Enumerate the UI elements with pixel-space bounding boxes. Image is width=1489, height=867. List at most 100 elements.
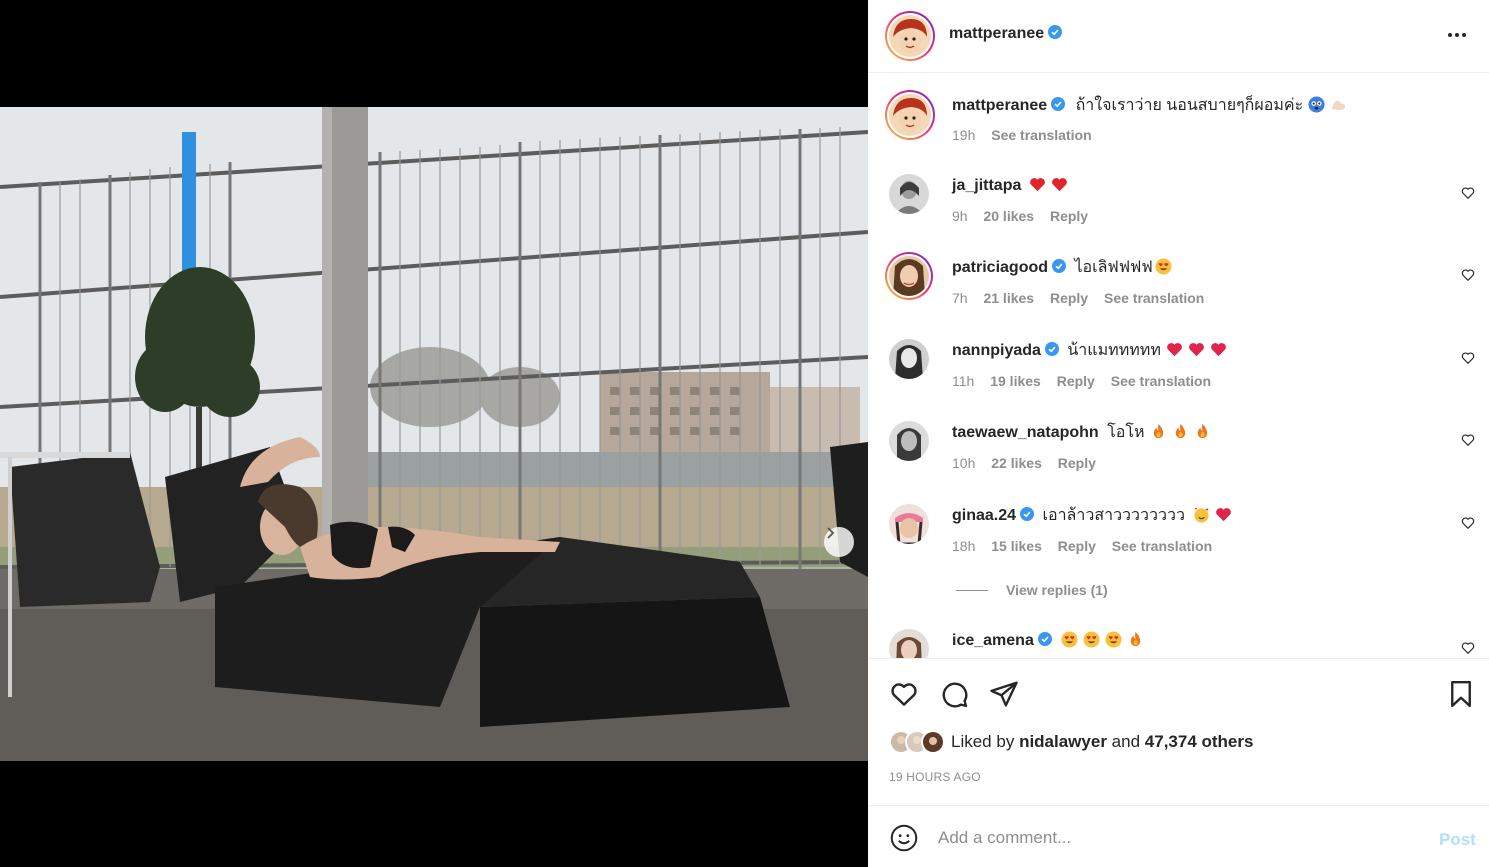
liked-by-row: Liked by nidalawyer and 47,374 others <box>889 730 1253 754</box>
user-avatar-icon <box>889 174 929 214</box>
comment-likes[interactable]: 21 likes <box>983 290 1034 306</box>
liker-avatar[interactable] <box>921 730 945 754</box>
comment-text: ไอเลิฟฟฟฟ <box>1074 259 1153 276</box>
post-timestamp[interactable]: 19 HOURS AGO <box>889 770 981 784</box>
fire-emoji-icon <box>1175 423 1185 439</box>
comment-time: 11h <box>952 373 975 389</box>
like-comment-heart-icon[interactable] <box>1461 268 1475 282</box>
comment-time: 18h <box>952 538 976 554</box>
post-header: mattperanee <box>868 0 1489 73</box>
post-comment-button[interactable]: Post <box>1439 830 1476 850</box>
post-media-pane <box>0 0 868 867</box>
comment-text: เอาล้าวสาวววววววว <box>1042 507 1185 524</box>
reply-button[interactable]: Reply <box>1050 208 1088 224</box>
comment-username[interactable]: ice_amena <box>952 632 1034 649</box>
reply-button[interactable]: Reply <box>1058 455 1096 471</box>
dot-icon <box>1455 33 1459 37</box>
like-comment-heart-icon[interactable] <box>1461 516 1475 530</box>
user-avatar-icon <box>923 732 943 752</box>
red-heart-emoji-icon <box>1030 178 1046 192</box>
commenter-avatar[interactable] <box>889 339 929 379</box>
reply-button[interactable]: Reply <box>1057 373 1095 389</box>
user-avatar-icon <box>889 504 929 544</box>
comment-username[interactable]: ja_jittapa <box>952 177 1021 194</box>
liker-username-link[interactable]: nidalawyer <box>1019 732 1107 751</box>
heart-eyes-emoji-icon <box>1083 631 1100 648</box>
caption-username[interactable]: mattperanee <box>952 97 1047 114</box>
share-paper-plane-icon[interactable] <box>989 679 1019 709</box>
photo-illustration <box>0 107 868 761</box>
commenter-avatar[interactable] <box>889 504 929 544</box>
red-heart-emoji-icon <box>1211 343 1226 357</box>
comment-likes[interactable]: 19 likes <box>990 373 1041 389</box>
user-avatar-icon <box>889 629 929 658</box>
liked-by-text: Liked by nidalawyer and 47,374 others <box>951 732 1253 752</box>
commenter-avatar[interactable] <box>889 629 929 658</box>
see-translation-link[interactable]: See translation <box>1104 290 1204 306</box>
comment-username[interactable]: taewaew_natapohn <box>952 424 1099 441</box>
cartoon-avatar-icon <box>889 15 931 57</box>
likes-count-link[interactable]: 47,374 others <box>1145 732 1254 751</box>
worried-face-emoji-icon <box>1308 96 1325 113</box>
verified-badge-icon <box>1051 97 1066 111</box>
red-heart-emoji-icon <box>1216 508 1231 522</box>
comment-likes[interactable]: 22 likes <box>991 455 1042 471</box>
comment-input[interactable] <box>938 826 1408 850</box>
comments-list[interactable]: mattperanee ถ้าใจเราว่าย นอนสบายๆก็ผอมค่… <box>868 74 1489 658</box>
like-comment-heart-icon[interactable] <box>1461 351 1475 365</box>
verified-badge-icon <box>1044 342 1059 356</box>
verified-badge-icon <box>1048 25 1063 39</box>
heart-eyes-emoji-icon <box>1061 631 1078 648</box>
fire-emoji-icon <box>1153 423 1163 439</box>
commenter-avatar[interactable] <box>885 252 933 300</box>
comment-text: โอโห <box>1107 424 1145 441</box>
bookmark-save-icon[interactable] <box>1446 679 1476 709</box>
comment-likes[interactable]: 15 likes <box>991 538 1042 554</box>
like-comment-heart-icon[interactable] <box>1461 641 1475 655</box>
post-photo[interactable] <box>0 107 868 761</box>
replies-divider <box>956 589 988 591</box>
comment-bubble-icon[interactable] <box>939 679 969 709</box>
see-translation-link[interactable]: See translation <box>1112 538 1212 554</box>
emoji-smiley-icon[interactable] <box>890 824 918 852</box>
comment-time: 7h <box>952 290 968 306</box>
view-replies-label[interactable]: View replies (1) <box>1006 582 1108 598</box>
like-comment-heart-icon[interactable] <box>1461 186 1475 200</box>
view-replies-button[interactable]: View replies (1) <box>956 582 1108 598</box>
see-translation-link[interactable]: See translation <box>991 127 1091 143</box>
comment-likes[interactable]: 20 likes <box>983 208 1034 224</box>
cartoon-avatar-icon <box>889 94 931 136</box>
verified-badge-icon <box>1020 507 1035 521</box>
heart-eyes-emoji-icon <box>1155 258 1172 275</box>
author-name-text[interactable]: mattperanee <box>949 25 1044 42</box>
reply-button[interactable]: Reply <box>1058 538 1096 554</box>
more-options-button[interactable] <box>1448 33 1466 37</box>
smiling-hearts-emoji-icon <box>1194 507 1209 523</box>
comment-username[interactable]: patriciagood <box>952 259 1048 276</box>
next-image-button[interactable] <box>824 527 854 557</box>
comment-time: 9h <box>952 208 968 224</box>
reply-button[interactable]: Reply <box>1050 290 1088 306</box>
comment-username[interactable]: ginaa.24 <box>952 507 1016 524</box>
comment-username[interactable]: nannpiyada <box>952 342 1041 359</box>
author-username[interactable]: mattperanee <box>949 25 1063 43</box>
user-avatar-icon <box>889 421 929 461</box>
user-avatar-icon <box>889 256 929 296</box>
see-translation-link[interactable]: See translation <box>1111 373 1211 389</box>
red-heart-emoji-icon <box>1052 178 1068 192</box>
red-heart-emoji-icon <box>1189 343 1204 357</box>
liked-by-prefix: Liked by <box>951 732 1015 751</box>
comment-text: น้าแมททททท <box>1067 342 1161 359</box>
caption-time: 19h <box>952 127 976 143</box>
like-comment-heart-icon[interactable] <box>1461 433 1475 447</box>
post-details-panel: mattperanee mattperanee ถ้าใจเราว่าย นอน… <box>868 0 1489 867</box>
liked-by-and: and <box>1111 732 1141 751</box>
author-avatar[interactable] <box>885 11 935 61</box>
fire-emoji-icon <box>1197 423 1207 439</box>
like-heart-icon[interactable] <box>889 679 919 709</box>
verified-badge-icon <box>1037 632 1052 646</box>
commenter-avatar[interactable] <box>889 421 929 461</box>
fire-emoji-icon <box>1130 631 1141 647</box>
author-avatar[interactable] <box>885 90 935 140</box>
commenter-avatar[interactable] <box>889 174 929 214</box>
